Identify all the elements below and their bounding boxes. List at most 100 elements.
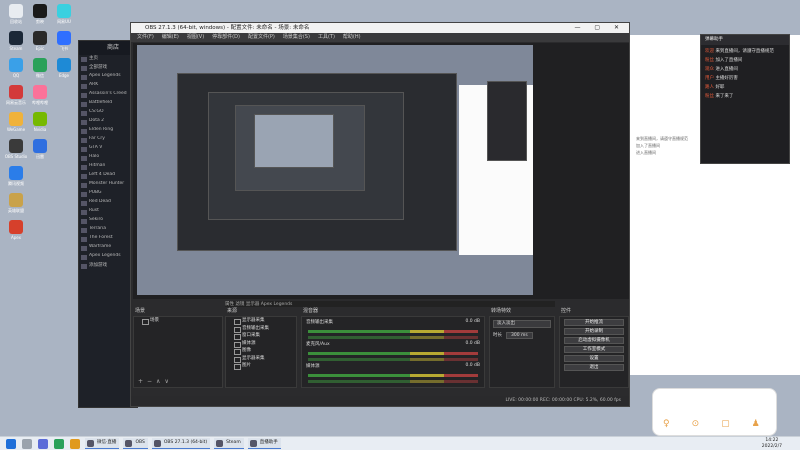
steam-library-item[interactable]: Left 4 Dead: [79, 172, 137, 181]
desktop-icon[interactable]: 网易UU: [52, 4, 76, 25]
steam-library-item[interactable]: 添加游戏: [79, 262, 137, 271]
steam-header[interactable]: 商店: [79, 41, 137, 55]
steam-library-item[interactable]: Warframe: [79, 244, 137, 253]
steam-library-item[interactable]: 主页: [79, 55, 137, 64]
taskbar-clock[interactable]: 14:22 2022/2/7: [762, 438, 782, 450]
steam-library-item[interactable]: Terraria: [79, 226, 137, 235]
steam-library-item[interactable]: Elden Ring: [79, 127, 137, 136]
steam-window[interactable]: 商店 主页 全部游戏 Apex Legends ARK Assassin's Creed…: [78, 40, 138, 408]
taskbar-app[interactable]: Steam: [214, 438, 244, 449]
window-controls[interactable]: — ▢ ✕: [574, 23, 625, 33]
control-button[interactable]: 退出: [564, 363, 624, 371]
control-button[interactable]: 开始录制: [564, 327, 624, 335]
taskbar-app[interactable]: 微信·直播: [85, 438, 120, 449]
mixer-dock: 音频输出采集 0.0 dB 麦克风/Aux 0.0 dB 媒体源 0.0 dB: [301, 316, 485, 388]
control-button[interactable]: 设置: [564, 354, 624, 362]
steam-library-item[interactable]: Battlefield: [79, 100, 137, 109]
wechat-icon[interactable]: [54, 438, 64, 449]
search-icon[interactable]: [22, 438, 32, 449]
desktop-icon[interactable]: OBS Studio: [4, 139, 28, 159]
obs-preview[interactable]: [133, 43, 629, 299]
control-button[interactable]: 工作室模式: [564, 345, 624, 353]
steam-library-item[interactable]: ARK: [79, 82, 137, 91]
steam-library-item[interactable]: Apex Legends: [79, 253, 137, 262]
desktop-icon[interactable]: 哔哩哔哩: [28, 85, 52, 106]
windows-start-icon[interactable]: [6, 438, 16, 449]
obs-window[interactable]: OBS 27.1.3 (64-bit, windows) - 配置文件: 未命名…: [130, 22, 630, 407]
desktop-icon[interactable]: 微信: [28, 58, 52, 79]
source-item[interactable]: 显示器采集: [226, 355, 296, 362]
mixer-channel-label: 麦克风/Aux: [306, 342, 330, 347]
steam-library-item[interactable]: Assassin's Creed: [79, 91, 137, 100]
menu-item[interactable]: 停靠部件(D): [212, 33, 240, 42]
folder-icon[interactable]: [70, 438, 80, 449]
menu-item[interactable]: 帮助(H): [343, 33, 361, 42]
desktop-icon[interactable]: 飞书: [52, 31, 76, 52]
steam-library-item[interactable]: GTA V: [79, 145, 137, 154]
desktop-icon[interactable]: 迅雷: [28, 139, 52, 160]
anime-card[interactable]: ♀⊙▢♟: [652, 388, 777, 436]
menu-item[interactable]: 配置文件(P): [248, 33, 275, 42]
steam-library-item[interactable]: Rust: [79, 208, 137, 217]
mixer-db: 0.0 dB: [465, 341, 480, 346]
steam-library-item[interactable]: Dota 2: [79, 118, 137, 127]
desktop-icon[interactable]: Steam: [4, 31, 28, 51]
source-item[interactable]: 窗口采集: [226, 332, 296, 340]
desktop-icon[interactable]: 剪映: [28, 4, 52, 25]
desktop-icon[interactable]: Edge: [52, 58, 76, 78]
taskbar-app[interactable]: 直播助手: [247, 438, 281, 449]
steam-library-item[interactable]: Far Cry: [79, 136, 137, 145]
control-button[interactable]: 开始推流: [564, 318, 624, 326]
control-button[interactable]: 启动虚拟摄像机: [564, 336, 624, 344]
obs-menubar: 文件(F) 编辑(E) 视图(V) 停靠部件(D) 配置文件(P) 场景集合(S) 工具(T…: [131, 33, 629, 42]
desktop-icon[interactable]: 回收站: [4, 4, 28, 25]
desktop-icon[interactable]: Nvidia: [28, 112, 52, 132]
steam-library-item[interactable]: PUBG: [79, 190, 137, 199]
steam-library-item[interactable]: Red Dead: [79, 199, 137, 208]
source-item[interactable]: 媒体源: [226, 340, 296, 347]
menu-item[interactable]: 场景集合(S): [283, 33, 310, 42]
steam-library-item[interactable]: Sekiro: [79, 217, 137, 226]
desktop-icon[interactable]: 腾讯视频: [4, 166, 28, 187]
app-icon: [9, 4, 23, 18]
menu-item[interactable]: 编辑(E): [162, 33, 179, 42]
steam-library-item[interactable]: Hitman: [79, 163, 137, 172]
menu-item[interactable]: 文件(F): [137, 33, 154, 42]
steam-library-item[interactable]: CS:GO: [79, 109, 137, 118]
source-item[interactable]: 显示器采集: [226, 317, 296, 325]
steam-library-item[interactable]: Halo: [79, 154, 137, 163]
scene-item[interactable]: 场景: [134, 317, 222, 325]
volume-slider[interactable]: [308, 380, 478, 383]
menu-item[interactable]: 工具(T): [318, 33, 335, 42]
desktop-icon[interactable]: WeGame: [4, 112, 28, 132]
menu-item[interactable]: 视图(V): [187, 33, 204, 42]
app-icon: [33, 4, 47, 18]
taskbar-app[interactable]: OBS: [123, 438, 148, 449]
source-toolbar[interactable]: 属性 滤镜 显示器 Apex Legends: [225, 301, 555, 307]
card-action-icons[interactable]: ♀⊙▢♟: [663, 419, 782, 429]
duration-row: 时长 300 ms: [493, 332, 551, 339]
scene-dock-buttons[interactable]: +−∧∨: [138, 378, 173, 385]
obs-status-bar: LIVE: 00:00:00 REC: 00:00:00 CPU: 5.2%, …: [131, 396, 629, 406]
steam-library-item[interactable]: 全部游戏: [79, 64, 137, 73]
steam-library-item[interactable]: Monster Hunter: [79, 181, 137, 190]
mixer-channel-label: 媒体源: [306, 364, 320, 369]
chat-text-row: 来到直播间，请遵守直播规范: [636, 136, 688, 141]
desktop-icon[interactable]: 网易云音乐: [4, 85, 28, 106]
task-view-icon[interactable]: [38, 438, 48, 449]
transition-select[interactable]: 淡入淡出: [493, 320, 551, 328]
steam-library-item[interactable]: The Forest: [79, 235, 137, 244]
danmaku-user: 粉丝: [705, 58, 714, 63]
mixer-channel: 麦克风/Aux 0.0 dB: [302, 339, 484, 361]
mixer-channel: 媒体源 0.0 dB: [302, 361, 484, 383]
source-item[interactable]: 音频输出采集: [226, 325, 296, 332]
desktop-icon[interactable]: 英雄联盟: [4, 193, 28, 214]
taskbar-app[interactable]: OBS 27.1.3 (64-bit): [151, 438, 211, 449]
desktop-icon[interactable]: Epic: [28, 31, 52, 51]
desktop-icon[interactable]: QQ: [4, 58, 28, 78]
source-item[interactable]: 图像: [226, 347, 296, 355]
steam-library-item[interactable]: Apex Legends: [79, 73, 137, 82]
source-item[interactable]: 图片: [226, 362, 296, 370]
duration-input[interactable]: 300 ms: [506, 332, 533, 339]
desktop-icon[interactable]: Apex: [4, 220, 28, 240]
